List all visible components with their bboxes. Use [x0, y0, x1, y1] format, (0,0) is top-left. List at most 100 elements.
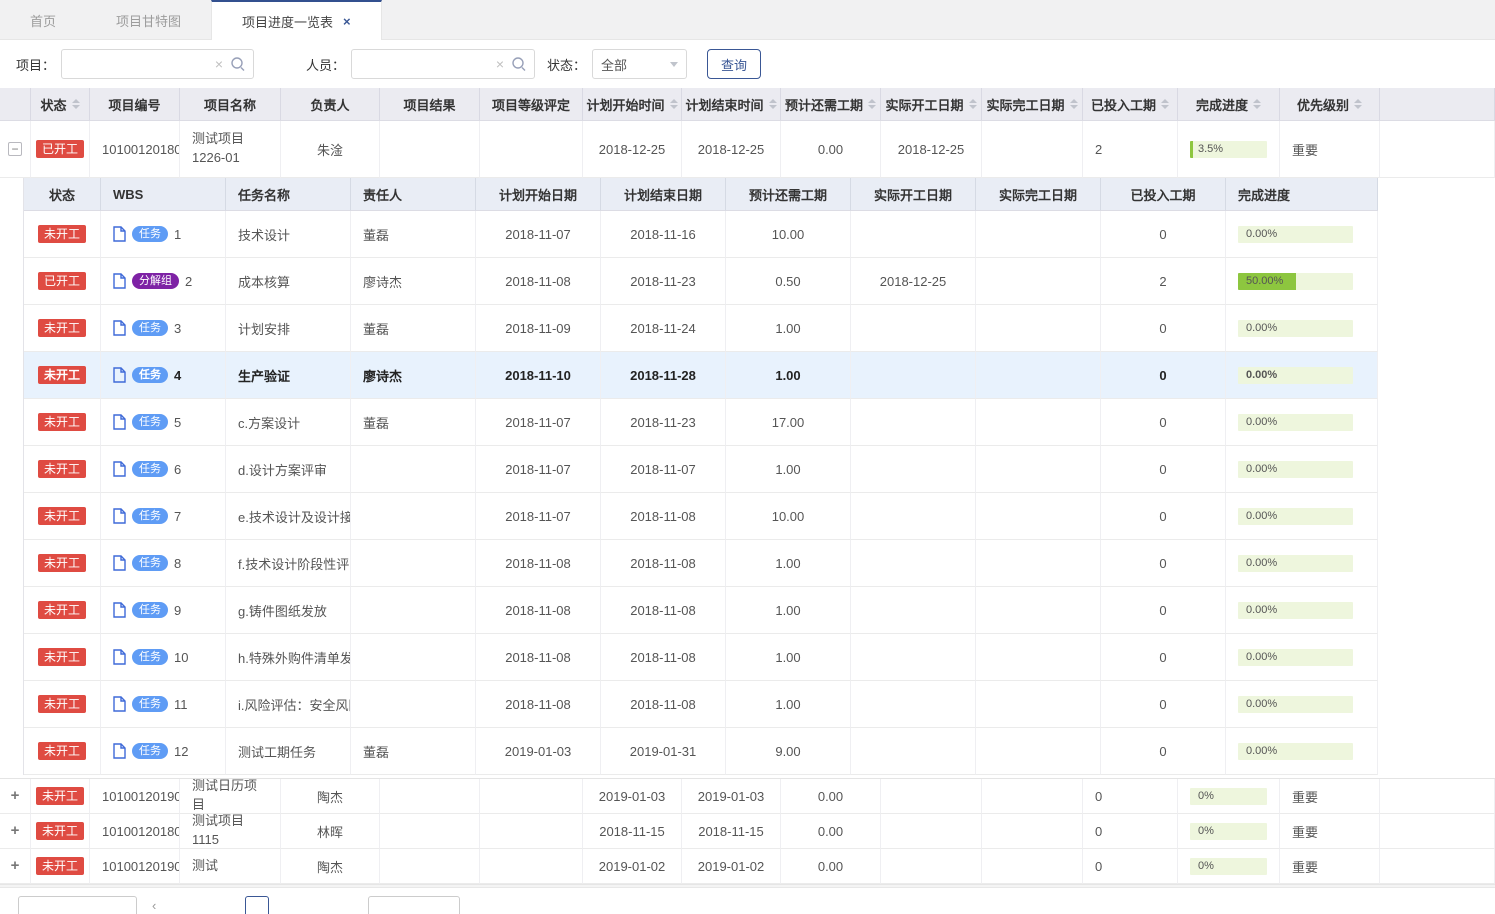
- sort-icon[interactable]: [1253, 99, 1261, 109]
- wbs-type-badge: 任务: [132, 508, 168, 524]
- tab-label: 项目进度一览表: [242, 12, 333, 31]
- wbs-number: 6: [174, 462, 181, 477]
- wbs-type-badge: 分解组: [132, 273, 179, 289]
- cell-plan_end: 2018-11-08: [601, 587, 726, 634]
- cell-remaining: 0.00: [781, 849, 881, 884]
- cell-owner: 廖诗杰: [351, 258, 476, 305]
- column-header[interactable]: 计划开始日期: [476, 178, 601, 211]
- task-row[interactable]: 未开工任务4生产验证廖诗杰2018-11-102018-11-281.0000.…: [24, 352, 1378, 399]
- cell-remaining: 0.00: [781, 779, 881, 814]
- project-row[interactable]: −已开工1010012018000测试项目1226-01朱淦2018-12-25…: [0, 121, 1495, 178]
- goto-page-input[interactable]: [368, 896, 460, 914]
- sort-icon[interactable]: [969, 99, 977, 109]
- project-row[interactable]: +未开工1010012019000测试日历项目陶杰2019-01-032019-…: [0, 779, 1495, 814]
- column-header[interactable]: 实际完工日期: [976, 178, 1101, 211]
- cell-invested: 0: [1101, 493, 1226, 540]
- prev-page-icon[interactable]: ‹: [152, 898, 156, 913]
- sort-icon[interactable]: [1354, 99, 1362, 109]
- column-header[interactable]: 状态: [24, 178, 101, 211]
- cell-owner: 林晖: [281, 814, 380, 849]
- task-row[interactable]: 未开工任务7e.技术设计及设计接口2018-11-072018-11-0810.…: [24, 493, 1378, 540]
- tab-3[interactable]: 项目进度一览表 ×: [211, 0, 382, 40]
- column-header[interactable]: 项目结果: [380, 88, 480, 121]
- collapse-icon[interactable]: −: [8, 142, 22, 156]
- page-size-select[interactable]: [18, 896, 137, 914]
- progress-bar: 0.00%: [1238, 226, 1353, 243]
- column-header[interactable]: 计划结束时间: [682, 88, 781, 121]
- cell-remaining: 0.00: [781, 814, 881, 849]
- cell-priority: 重要: [1280, 849, 1380, 884]
- cell-name: i.风险评估：安全风险: [226, 681, 351, 728]
- wbs-cell: 任务3: [113, 320, 181, 336]
- cell-invested: 0: [1101, 587, 1226, 634]
- sort-icon[interactable]: [670, 99, 678, 109]
- task-row[interactable]: 未开工任务3计划安排董磊2018-11-092018-11-241.0000.0…: [24, 305, 1378, 352]
- row-filler: [1380, 849, 1495, 884]
- column-header[interactable]: WBS: [101, 178, 226, 211]
- task-row[interactable]: 未开工任务8f.技术设计阶段性评审2018-11-082018-11-081.0…: [24, 540, 1378, 587]
- cell-plan_start: 2019-01-03: [583, 779, 682, 814]
- column-header[interactable]: 计划结束日期: [601, 178, 726, 211]
- sort-icon[interactable]: [72, 99, 80, 109]
- column-header[interactable]: 项目等级评定: [480, 88, 583, 121]
- column-header[interactable]: 项目编号: [90, 88, 180, 121]
- column-header[interactable]: 已投入工期: [1083, 88, 1178, 121]
- task-row[interactable]: 未开工任务10h.特殊外购件清单发放2018-11-082018-11-081.…: [24, 634, 1378, 681]
- expand-icon[interactable]: +: [8, 789, 22, 803]
- sort-icon[interactable]: [769, 99, 777, 109]
- cell-invested: 0: [1083, 779, 1178, 814]
- cell-actual_start: [851, 305, 976, 352]
- column-header[interactable]: 实际完工日期: [982, 88, 1083, 121]
- chevron-down-icon: [670, 62, 678, 67]
- task-row[interactable]: 未开工任务6d.设计方案评审2018-11-072018-11-071.0000…: [24, 446, 1378, 493]
- column-header[interactable]: 负责人: [281, 88, 380, 121]
- task-row[interactable]: 未开工任务9g.铸件图纸发放2018-11-082018-11-081.0000…: [24, 587, 1378, 634]
- expand-icon[interactable]: +: [8, 824, 22, 838]
- tab-1[interactable]: 首页: [0, 0, 86, 40]
- column-header[interactable]: 预计还需工期: [726, 178, 851, 211]
- column-header[interactable]: 任务名称: [226, 178, 351, 211]
- task-row[interactable]: 已开工分解组2成本核算廖诗杰2018-11-082018-11-230.5020…: [24, 258, 1378, 305]
- expand-icon[interactable]: +: [8, 859, 22, 873]
- column-header[interactable]: 已投入工期: [1101, 178, 1226, 211]
- task-row[interactable]: 未开工任务12测试工期任务董磊2019-01-032019-01-319.000…: [24, 728, 1378, 775]
- sort-icon[interactable]: [868, 99, 876, 109]
- wbs-number: 11: [174, 697, 188, 712]
- cell-remaining: 17.00: [726, 399, 851, 446]
- task-row[interactable]: 未开工任务11i.风险评估：安全风险2018-11-082018-11-081.…: [24, 681, 1378, 728]
- cell-progress: 3.5%: [1178, 121, 1280, 178]
- column-header[interactable]: 责任人: [351, 178, 476, 211]
- project-search-input[interactable]: [62, 51, 211, 77]
- clear-icon[interactable]: ×: [211, 56, 227, 72]
- person-search-input[interactable]: [352, 51, 492, 77]
- project-row[interactable]: +未开工1010012019000测试陶杰2019-01-022019-01-0…: [0, 849, 1495, 884]
- clear-icon[interactable]: ×: [492, 56, 508, 72]
- column-header[interactable]: 优先级别: [1280, 88, 1380, 121]
- search-icon[interactable]: [227, 56, 253, 72]
- sort-icon[interactable]: [1161, 99, 1169, 109]
- cell-invested: 2: [1083, 121, 1178, 178]
- column-header[interactable]: 完成进度: [1226, 178, 1378, 211]
- cell-grade: [480, 121, 583, 178]
- query-button[interactable]: 查询: [707, 49, 761, 79]
- wbs-type-badge: 任务: [132, 226, 168, 242]
- column-header[interactable]: 实际开工日期: [881, 88, 982, 121]
- search-icon[interactable]: [508, 56, 534, 72]
- column-header[interactable]: 计划开始时间: [583, 88, 682, 121]
- tab-2[interactable]: 项目甘特图: [86, 0, 211, 40]
- project-row[interactable]: +未开工1010012018000测试项目1115林晖2018-11-15201…: [0, 814, 1495, 849]
- column-header[interactable]: 状态: [31, 88, 90, 121]
- column-header[interactable]: 实际开工日期: [851, 178, 976, 211]
- column-header[interactable]: 预计还需工期: [781, 88, 881, 121]
- progress-value: 0.00%: [1246, 226, 1277, 243]
- sort-icon[interactable]: [1070, 99, 1078, 109]
- current-page-button[interactable]: [245, 896, 269, 914]
- close-icon[interactable]: ×: [343, 14, 351, 29]
- task-row[interactable]: 未开工任务1技术设计董磊2018-11-072018-11-1610.0000.…: [24, 211, 1378, 258]
- task-row[interactable]: 未开工任务5c.方案设计董磊2018-11-072018-11-2317.000…: [24, 399, 1378, 446]
- status-select[interactable]: 全部: [592, 49, 687, 79]
- column-header[interactable]: 完成进度: [1178, 88, 1280, 121]
- cell-plan_end: 2018-11-23: [601, 258, 726, 305]
- status-badge: 未开工: [38, 319, 86, 337]
- column-header[interactable]: 项目名称: [180, 88, 281, 121]
